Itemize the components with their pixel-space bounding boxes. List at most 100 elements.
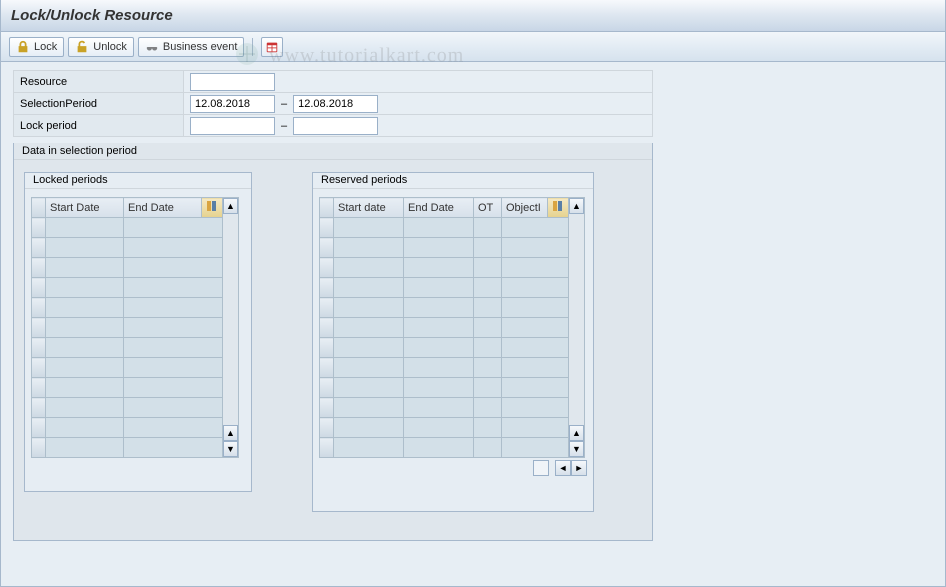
table-config-icon[interactable] — [548, 198, 569, 218]
locked-start-cell[interactable] — [46, 418, 124, 438]
scroll-up2-icon[interactable]: ▲ — [223, 425, 238, 441]
row-header[interactable] — [32, 398, 46, 418]
row-header[interactable] — [32, 378, 46, 398]
unlock-button[interactable]: Unlock — [68, 37, 134, 57]
reserved-end-cell[interactable] — [404, 278, 474, 298]
table-row[interactable] — [32, 438, 223, 458]
locked-end-cell[interactable] — [124, 418, 223, 438]
reserved-end-cell[interactable] — [404, 378, 474, 398]
reserved-obj-cell[interactable] — [502, 338, 569, 358]
reserved-end-cell[interactable] — [404, 338, 474, 358]
locked-end-cell[interactable] — [124, 298, 223, 318]
scroll-left-icon[interactable]: ◄ — [555, 460, 571, 476]
reserved-obj-cell[interactable] — [502, 218, 569, 238]
reserved-ot-cell[interactable] — [474, 258, 502, 278]
reserved-obj-cell[interactable] — [502, 358, 569, 378]
row-header[interactable] — [320, 258, 334, 278]
row-header[interactable] — [320, 298, 334, 318]
scroll-down-icon[interactable]: ▼ — [223, 441, 238, 457]
table-row[interactable] — [320, 238, 569, 258]
table-config-icon[interactable] — [202, 198, 223, 218]
table-row[interactable] — [320, 218, 569, 238]
scroll-right-icon[interactable]: ► — [571, 460, 587, 476]
reserved-start-cell[interactable] — [334, 398, 404, 418]
row-header[interactable] — [32, 318, 46, 338]
scroll-up-icon[interactable]: ▲ — [223, 198, 238, 214]
table-row[interactable] — [32, 338, 223, 358]
row-header[interactable] — [32, 438, 46, 458]
locked-start-cell[interactable] — [46, 238, 124, 258]
locked-end-cell[interactable] — [124, 438, 223, 458]
reserved-col-end[interactable]: End Date — [404, 198, 474, 218]
locked-corner[interactable] — [32, 198, 46, 218]
table-row[interactable] — [320, 438, 569, 458]
table-row[interactable] — [32, 358, 223, 378]
reserved-start-cell[interactable] — [334, 258, 404, 278]
reserved-obj-cell[interactable] — [502, 298, 569, 318]
reserved-obj-cell[interactable] — [502, 258, 569, 278]
row-header[interactable] — [320, 278, 334, 298]
reserved-ot-cell[interactable] — [474, 378, 502, 398]
table-row[interactable] — [32, 418, 223, 438]
reserved-ot-cell[interactable] — [474, 298, 502, 318]
table-row[interactable] — [32, 378, 223, 398]
row-header[interactable] — [320, 378, 334, 398]
row-header[interactable] — [32, 238, 46, 258]
reserved-end-cell[interactable] — [404, 298, 474, 318]
reserved-ot-cell[interactable] — [474, 238, 502, 258]
reserved-obj-cell[interactable] — [502, 318, 569, 338]
reserved-vscroll[interactable]: ▲ ▲ ▼ — [569, 197, 585, 458]
table-row[interactable] — [32, 258, 223, 278]
reserved-end-cell[interactable] — [404, 358, 474, 378]
locked-start-cell[interactable] — [46, 278, 124, 298]
table-row[interactable] — [320, 258, 569, 278]
scroll-track[interactable] — [569, 214, 584, 425]
locked-start-cell[interactable] — [46, 218, 124, 238]
row-header[interactable] — [32, 418, 46, 438]
row-header[interactable] — [320, 218, 334, 238]
reserved-ot-cell[interactable] — [474, 278, 502, 298]
toolbar-extra-button[interactable] — [261, 37, 283, 57]
reserved-ot-cell[interactable] — [474, 418, 502, 438]
reserved-end-cell[interactable] — [404, 218, 474, 238]
reserved-obj-cell[interactable] — [502, 378, 569, 398]
reserved-ot-cell[interactable] — [474, 218, 502, 238]
table-row[interactable] — [320, 298, 569, 318]
reserved-ot-cell[interactable] — [474, 358, 502, 378]
reserved-start-cell[interactable] — [334, 358, 404, 378]
locked-end-cell[interactable] — [124, 358, 223, 378]
reserved-end-cell[interactable] — [404, 238, 474, 258]
locked-start-cell[interactable] — [46, 358, 124, 378]
reserved-obj-cell[interactable] — [502, 238, 569, 258]
hscroll-box[interactable] — [533, 460, 549, 476]
row-header[interactable] — [32, 218, 46, 238]
reserved-end-cell[interactable] — [404, 438, 474, 458]
row-header[interactable] — [32, 358, 46, 378]
reserved-start-cell[interactable] — [334, 218, 404, 238]
reserved-end-cell[interactable] — [404, 418, 474, 438]
locked-end-cell[interactable] — [124, 258, 223, 278]
table-row[interactable] — [320, 318, 569, 338]
locked-start-cell[interactable] — [46, 338, 124, 358]
row-header[interactable] — [32, 298, 46, 318]
scroll-track[interactable] — [223, 214, 238, 425]
table-row[interactable] — [32, 298, 223, 318]
locked-end-cell[interactable] — [124, 338, 223, 358]
locked-col-end[interactable]: End Date — [124, 198, 202, 218]
reserved-start-cell[interactable] — [334, 238, 404, 258]
table-row[interactable] — [320, 338, 569, 358]
reserved-start-cell[interactable] — [334, 418, 404, 438]
table-row[interactable] — [320, 278, 569, 298]
table-row[interactable] — [320, 418, 569, 438]
table-row[interactable] — [320, 378, 569, 398]
selection-period-to[interactable] — [293, 95, 378, 113]
locked-start-cell[interactable] — [46, 398, 124, 418]
reserved-col-obj[interactable]: ObjectI — [502, 198, 548, 218]
locked-end-cell[interactable] — [124, 318, 223, 338]
locked-start-cell[interactable] — [46, 258, 124, 278]
reserved-ot-cell[interactable] — [474, 438, 502, 458]
table-row[interactable] — [32, 238, 223, 258]
locked-col-start[interactable]: Start Date — [46, 198, 124, 218]
scroll-down-icon[interactable]: ▼ — [569, 441, 584, 457]
locked-end-cell[interactable] — [124, 218, 223, 238]
